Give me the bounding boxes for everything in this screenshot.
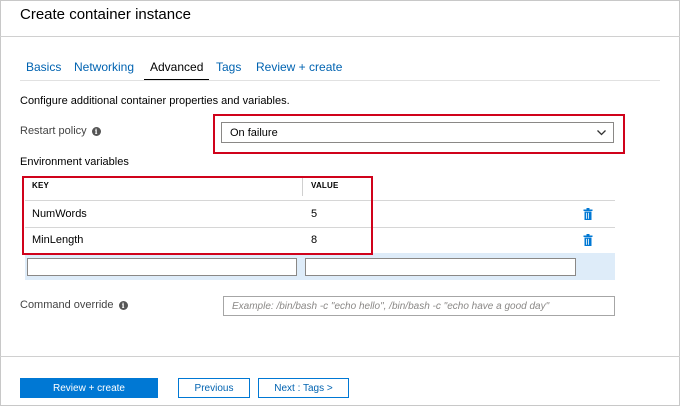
delete-icon[interactable] bbox=[583, 208, 593, 220]
key-column-header: KEY bbox=[32, 181, 50, 190]
value-column-header: VALUE bbox=[311, 181, 339, 190]
env-value-cell[interactable]: 5 bbox=[311, 208, 317, 220]
header-divider bbox=[25, 200, 615, 201]
command-override-input[interactable] bbox=[223, 296, 615, 316]
delete-icon[interactable] bbox=[583, 234, 593, 246]
tab-review-create[interactable]: Review + create bbox=[256, 60, 342, 74]
footer-divider bbox=[0, 356, 680, 357]
env-vars-label: Environment variables bbox=[20, 156, 129, 168]
new-key-input[interactable] bbox=[27, 258, 297, 276]
section-description: Configure additional container propertie… bbox=[20, 95, 290, 107]
env-key-cell[interactable]: NumWords bbox=[32, 208, 87, 220]
info-icon[interactable]: i bbox=[91, 126, 101, 136]
tab-tags[interactable]: Tags bbox=[216, 60, 241, 74]
restart-policy-value: On failure bbox=[230, 126, 278, 139]
tab-networking[interactable]: Networking bbox=[74, 60, 134, 74]
restart-policy-select[interactable]: On failure bbox=[221, 122, 614, 143]
info-icon[interactable]: i bbox=[118, 300, 128, 310]
review-create-button[interactable]: Review + create bbox=[20, 378, 158, 398]
tab-advanced[interactable]: Advanced bbox=[143, 60, 210, 81]
next-button[interactable]: Next : Tags > bbox=[258, 378, 349, 398]
restart-policy-label-text: Restart policy bbox=[20, 125, 87, 137]
chevron-down-icon bbox=[597, 130, 606, 136]
env-value-cell[interactable]: 8 bbox=[311, 234, 317, 246]
title-divider bbox=[0, 36, 680, 37]
tab-basics[interactable]: Basics bbox=[26, 60, 61, 74]
tabs-divider bbox=[20, 80, 660, 81]
restart-policy-label: Restart policy i bbox=[20, 125, 101, 137]
command-override-label: Command override i bbox=[20, 299, 128, 311]
env-key-cell[interactable]: MinLength bbox=[32, 234, 83, 246]
page-title: Create container instance bbox=[20, 6, 191, 23]
column-separator bbox=[302, 176, 303, 196]
command-override-label-text: Command override bbox=[20, 299, 114, 311]
new-value-input[interactable] bbox=[305, 258, 576, 276]
row-divider bbox=[25, 227, 615, 228]
previous-button[interactable]: Previous bbox=[178, 378, 250, 398]
